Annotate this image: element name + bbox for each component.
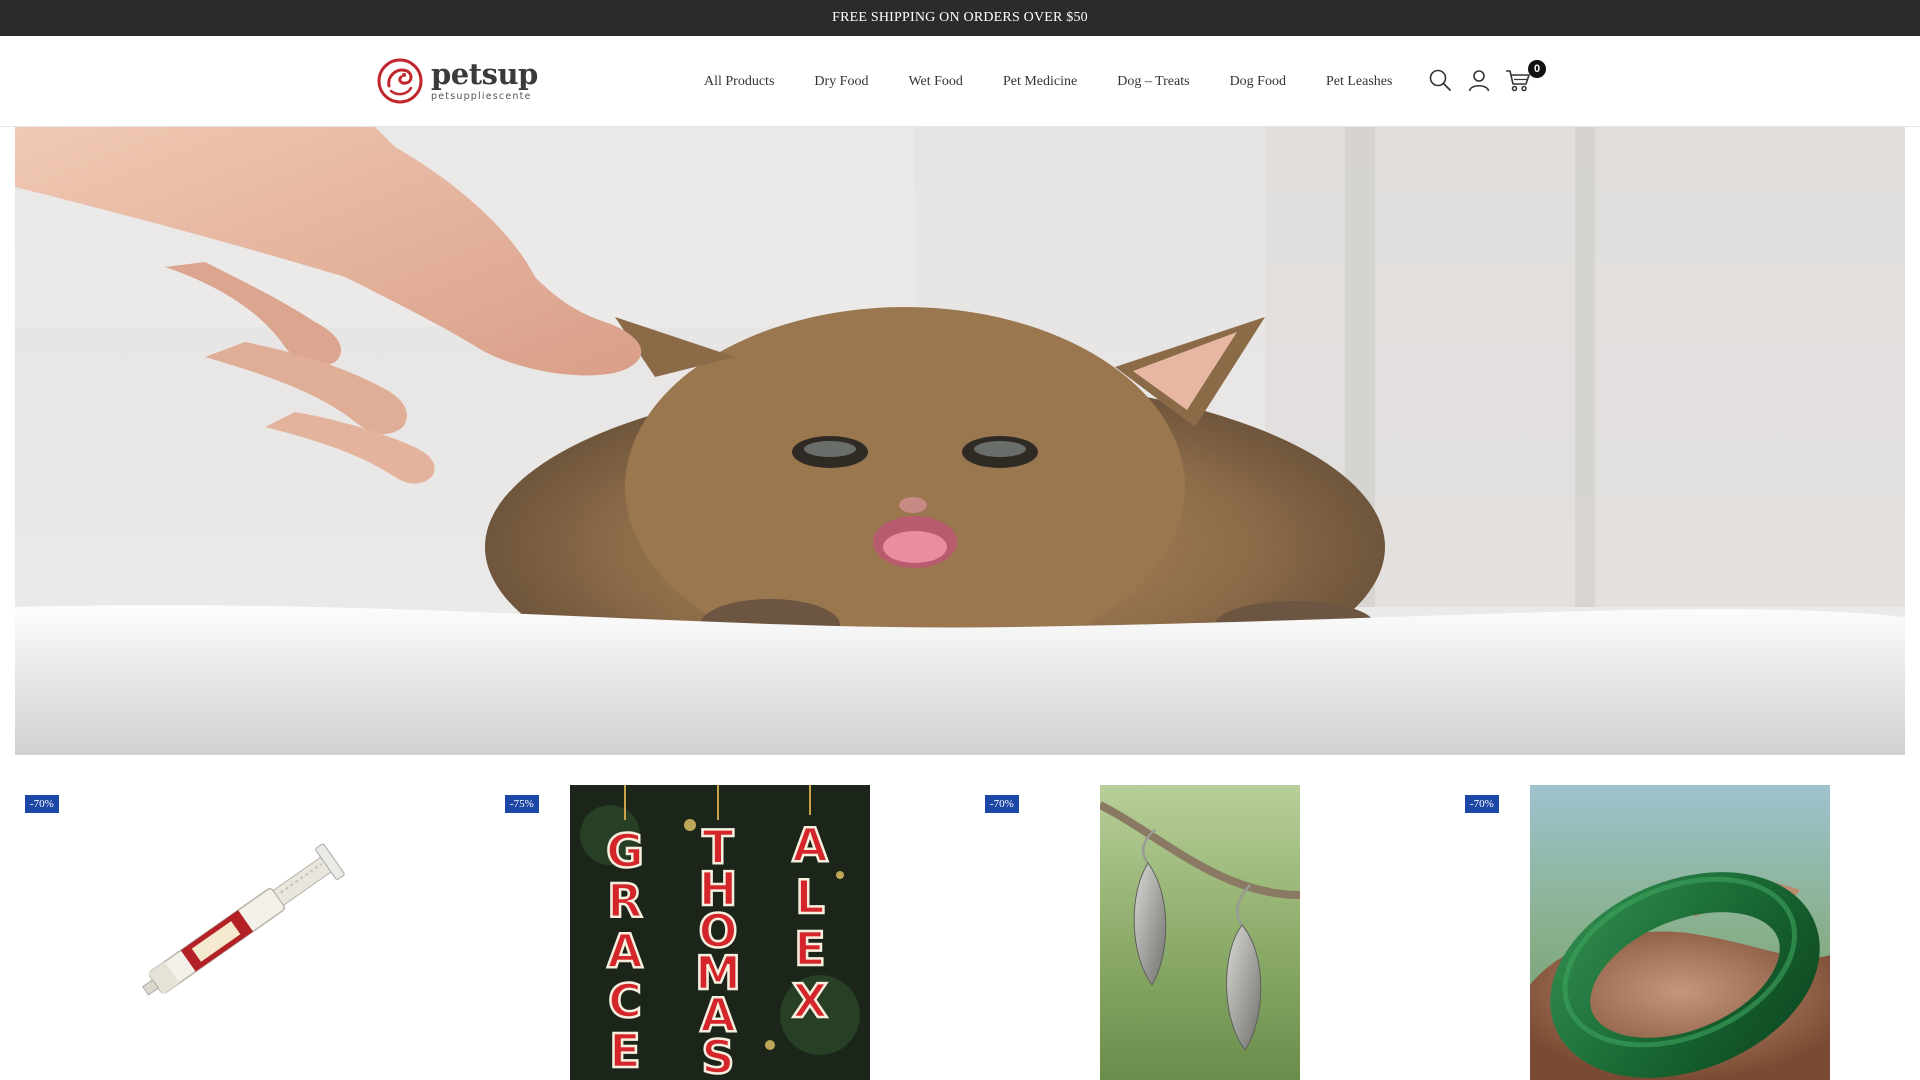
nav-item-dog-food[interactable]: Dog Food xyxy=(1230,74,1286,90)
nav-item-wet-food[interactable]: Wet Food xyxy=(908,74,962,90)
product-image[interactable] xyxy=(115,830,375,1010)
product-card[interactable]: -70% xyxy=(1455,785,1920,1080)
account-button[interactable] xyxy=(1465,66,1493,94)
nav-item-pet-medicine[interactable]: Pet Medicine xyxy=(1003,74,1077,90)
bracelet-image xyxy=(1530,785,1830,1080)
earrings-image xyxy=(1100,785,1300,1080)
product-card[interactable]: -70% xyxy=(15,785,495,1080)
product-image[interactable] xyxy=(1530,785,1830,1080)
product-grid: -70% -75% G R A C E T H O M A S A L E X … xyxy=(0,785,1920,1080)
ornament-letter-l: L xyxy=(795,870,824,924)
ornament-letter-c: C xyxy=(608,974,642,1028)
header-icons: 0 xyxy=(1426,60,1546,94)
ornament-letter-x: X xyxy=(792,974,827,1028)
discount-badge: -70% xyxy=(1465,795,1499,813)
hero-kitten-image xyxy=(15,127,1905,755)
hero-banner[interactable] xyxy=(15,127,1905,755)
search-button[interactable] xyxy=(1426,66,1454,94)
nav-item-dog-treats[interactable]: Dog – Treats xyxy=(1117,74,1189,90)
ornament-letter-s: S xyxy=(701,1030,734,1080)
ornament-letter-e: E xyxy=(609,1024,640,1078)
logo-link[interactable]: petsup petsuppliescente xyxy=(377,58,538,104)
ornament-letter-r: R xyxy=(607,874,642,928)
product-card[interactable]: -70% xyxy=(975,785,1455,1080)
logo-icon xyxy=(377,58,423,104)
product-image[interactable]: G R A C E T H O M A S A L E X xyxy=(570,785,870,1080)
site-header: petsup petsuppliescente All Products Dry… xyxy=(0,36,1920,127)
cart-count-badge: 0 xyxy=(1528,60,1546,78)
product-image[interactable] xyxy=(1100,785,1300,1080)
search-icon xyxy=(1429,69,1451,91)
cart-icon xyxy=(1506,70,1530,92)
ornament-letter-e: E xyxy=(794,922,825,976)
ornament-letter-a: A xyxy=(607,924,643,978)
user-icon xyxy=(1468,70,1490,92)
ornament-letter-g: G xyxy=(606,824,644,878)
nav-item-pet-leashes[interactable]: Pet Leashes xyxy=(1326,74,1392,90)
ornaments-image: G R A C E T H O M A S A L E X xyxy=(570,785,870,1080)
announcement-text: FREE SHIPPING ON ORDERS OVER $50 xyxy=(832,10,1088,25)
ornament-letter-a: A xyxy=(792,818,828,872)
discount-badge: -75% xyxy=(505,795,539,813)
nav-item-all-products[interactable]: All Products xyxy=(704,74,774,90)
nav-item-dry-food[interactable]: Dry Food xyxy=(814,74,868,90)
logo-name: petsup xyxy=(431,57,538,92)
cart-button[interactable]: 0 xyxy=(1504,60,1546,94)
product-card[interactable]: -75% G R A C E T H O M A S A L E X xyxy=(495,785,975,1080)
discount-badge: -70% xyxy=(25,795,59,813)
discount-badge: -70% xyxy=(985,795,1019,813)
syringe-image xyxy=(142,843,345,996)
logo-tagline: petsuppliescente xyxy=(431,91,532,103)
announcement-bar: FREE SHIPPING ON ORDERS OVER $50 xyxy=(0,0,1920,36)
main-nav: All Products Dry Food Wet Food Pet Medic… xyxy=(704,36,1392,127)
